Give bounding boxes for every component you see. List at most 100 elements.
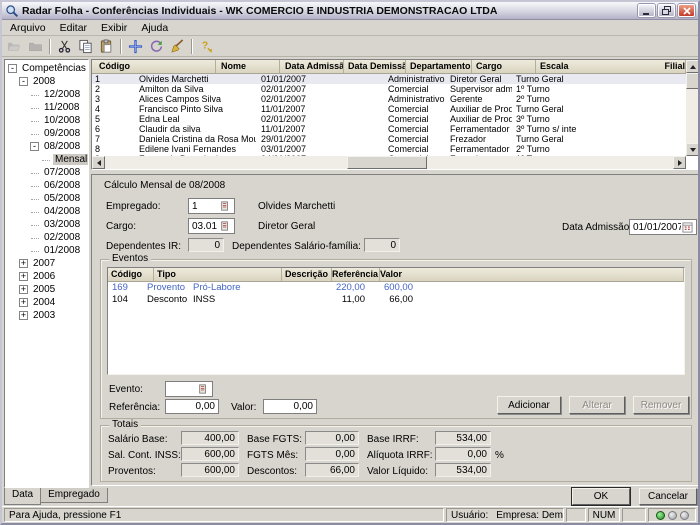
table-row[interactable]: 5 Edna Leal 02/01/2007 Comercial Auxilia… (92, 114, 686, 124)
tree-item[interactable]: - 2008 (5, 75, 88, 88)
empregado-field[interactable]: 1 (188, 198, 235, 214)
tree-expander-icon[interactable] (30, 116, 39, 125)
broom-icon[interactable] (167, 37, 188, 56)
restore-button[interactable] (658, 4, 675, 17)
column-header[interactable]: Código (92, 60, 216, 73)
tree-item[interactable]: + 2006 (5, 270, 88, 283)
vertical-scrollbar[interactable] (686, 60, 699, 156)
table-row[interactable]: 8 Edilene Ivani Fernandes 03/01/2007 Com… (92, 144, 686, 154)
copy-icon[interactable] (75, 37, 96, 56)
tree-expander-icon[interactable] (41, 155, 50, 164)
column-header[interactable]: Data Demissão (344, 60, 406, 73)
column-header[interactable]: Data Admissão (280, 60, 344, 73)
scroll-left-button[interactable] (92, 156, 105, 169)
menu-arquivo[interactable]: Arquivo (3, 21, 53, 35)
table-row[interactable]: 7 Daniela Cristina da Rosa Moura 29/01/2… (92, 134, 686, 144)
tree-expander-icon[interactable]: + (19, 311, 28, 320)
tree-expander-icon[interactable] (30, 220, 39, 229)
tree-item[interactable]: 07/2008 (5, 166, 88, 179)
tree-item[interactable]: + 2004 (5, 296, 88, 309)
column-header[interactable]: Descrição (282, 268, 332, 282)
table-row[interactable]: 169 Provento Pró-Labore 220,00 600,00 (108, 282, 684, 294)
referencia-field[interactable]: 0,00 (165, 399, 219, 414)
cut-icon[interactable] (54, 37, 75, 56)
tree-item[interactable]: - Competências (5, 62, 88, 75)
tree-item[interactable]: Mensal (5, 153, 88, 166)
scroll-down-button[interactable] (686, 143, 699, 156)
data-admissao-field[interactable]: 01/01/2007 (629, 219, 697, 235)
tree-expander-icon[interactable] (30, 194, 39, 203)
column-header[interactable]: Cargo (472, 60, 536, 73)
scrollbar-thumb[interactable] (347, 156, 427, 169)
horizontal-scrollbar[interactable] (92, 156, 686, 169)
scrollbar-thumb[interactable] (686, 73, 699, 89)
open-folder-icon[interactable] (4, 37, 25, 56)
tree-item[interactable]: + 2005 (5, 283, 88, 296)
tab-data[interactable]: Data (4, 488, 41, 505)
table-row[interactable]: 4 Francisco Pinto Silva 11/01/2007 Comer… (92, 104, 686, 114)
lookup-icon[interactable] (219, 220, 231, 232)
tree-item[interactable]: 09/2008 (5, 127, 88, 140)
column-header[interactable]: Escala (536, 60, 664, 73)
tree-expander-icon[interactable]: + (19, 298, 28, 307)
lookup-icon[interactable] (197, 383, 209, 395)
cancelar-button[interactable]: Cancelar (639, 488, 697, 505)
tree-item[interactable]: 06/2008 (5, 179, 88, 192)
tree-item[interactable]: 10/2008 (5, 114, 88, 127)
minimize-button[interactable] (638, 4, 655, 17)
tree-expander-icon[interactable]: - (19, 77, 28, 86)
scroll-right-button[interactable] (673, 156, 686, 169)
menu-exibir[interactable]: Exibir (94, 21, 134, 35)
tab-empregado[interactable]: Empregado (40, 488, 108, 503)
tree-expander-icon[interactable] (30, 207, 39, 216)
adicionar-button[interactable]: Adicionar (497, 396, 561, 414)
scroll-up-button[interactable] (686, 60, 699, 73)
column-header[interactable]: Tipo (154, 268, 282, 282)
help-key-icon[interactable]: ? (196, 37, 217, 56)
tree-item[interactable]: 11/2008 (5, 101, 88, 114)
cargo-field[interactable]: 03.01 (188, 218, 235, 234)
table-row[interactable]: 104 Desconto INSS 11,00 66,00 (108, 294, 684, 306)
column-header[interactable]: Filial (664, 60, 686, 73)
refresh-icon[interactable] (146, 37, 167, 56)
tree-expander-icon[interactable] (30, 233, 39, 242)
tree-item[interactable]: 05/2008 (5, 192, 88, 205)
tree-expander-icon[interactable] (30, 103, 39, 112)
tree-expander-icon[interactable] (30, 181, 39, 190)
tree-item[interactable]: + 2003 (5, 309, 88, 322)
tree-expander-icon[interactable] (30, 129, 39, 138)
column-header[interactable]: Nome (216, 60, 280, 73)
tree-expander-icon[interactable]: - (30, 142, 39, 151)
table-row[interactable]: 3 Alices Campos Silva 02/01/2007 Adminis… (92, 94, 686, 104)
column-header[interactable]: Valor (380, 268, 684, 282)
paste-icon[interactable] (96, 37, 117, 56)
tree-expander-icon[interactable]: - (8, 64, 17, 73)
column-header[interactable]: Departamento (406, 60, 472, 73)
ok-button[interactable]: OK (572, 488, 630, 505)
evento-field[interactable] (165, 381, 213, 397)
menu-editar[interactable]: Editar (53, 21, 94, 35)
column-header[interactable]: Referência (332, 268, 380, 282)
tree-expander-icon[interactable]: + (19, 272, 28, 281)
menu-ajuda[interactable]: Ajuda (134, 21, 175, 35)
tree-item[interactable]: 12/2008 (5, 88, 88, 101)
table-row[interactable]: 2 Amilton da Silva 02/01/2007 Comercial … (92, 84, 686, 94)
calendar-icon[interactable] (681, 222, 693, 233)
tree-item[interactable]: 01/2008 (5, 244, 88, 257)
tree-item[interactable]: 04/2008 (5, 205, 88, 218)
tree-expander-icon[interactable]: + (19, 285, 28, 294)
valor-field[interactable]: 0,00 (263, 399, 317, 414)
close-button[interactable] (678, 4, 695, 17)
tree-expander-icon[interactable]: + (19, 259, 28, 268)
tree-item[interactable]: - 08/2008 (5, 140, 88, 153)
lookup-icon[interactable] (219, 200, 231, 212)
column-header[interactable]: Código (108, 268, 154, 282)
table-row[interactable]: 1 Olvides Marchetti 01/01/2007 Administr… (92, 74, 686, 84)
tree-item[interactable]: 02/2008 (5, 231, 88, 244)
remover-button[interactable]: Remover (633, 396, 689, 414)
tree-expander-icon[interactable] (30, 90, 39, 99)
tree-expander-icon[interactable] (30, 246, 39, 255)
tree-item[interactable]: + 2007 (5, 257, 88, 270)
crosshair-icon[interactable] (125, 37, 146, 56)
table-row[interactable]: 6 Claudir da silva 11/01/2007 Comercial … (92, 124, 686, 134)
